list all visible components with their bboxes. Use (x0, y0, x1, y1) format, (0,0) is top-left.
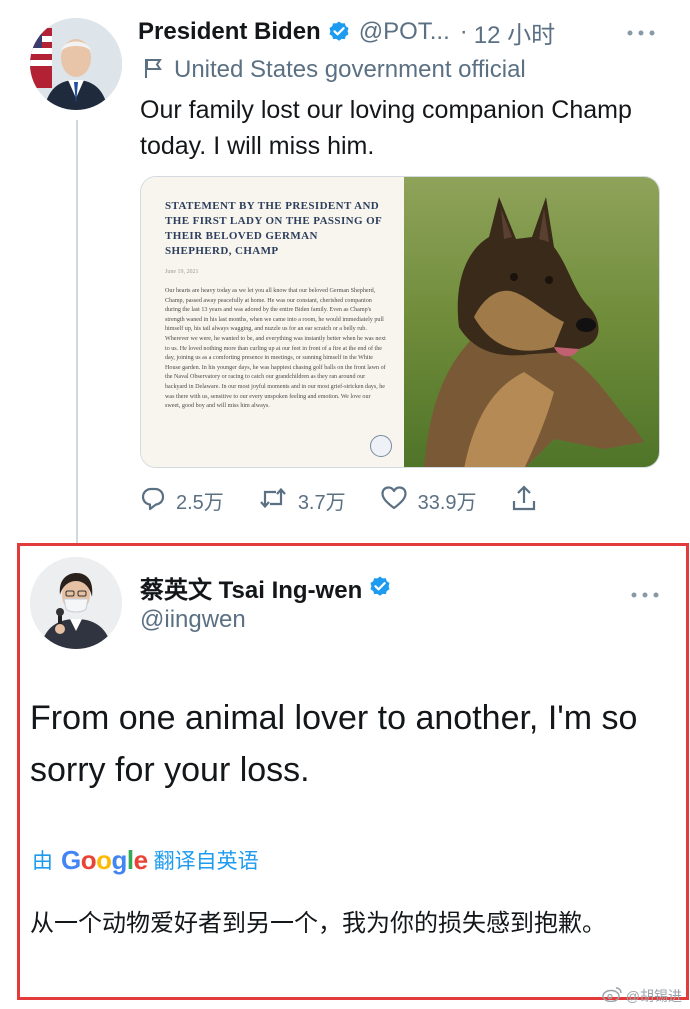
page: President Biden @POT... · 12 小时 United S… (0, 0, 690, 1009)
translated-from-label: 翻译自英语 (153, 850, 259, 873)
statement-image: Statement by the President and the First… (141, 177, 404, 467)
statement-body: Our hearts are heavy today as we let you… (165, 288, 386, 410)
more-icon[interactable] (630, 582, 660, 605)
author-name[interactable]: 蔡英文 Tsai Ing-wen (140, 570, 362, 605)
like-icon (380, 485, 408, 516)
translate-attribution[interactable]: 由 Google 翻译自英语 (32, 842, 259, 878)
avatar-biden[interactable] (30, 18, 122, 110)
tweet1-header: President Biden @POT... · 12 小时 (138, 14, 555, 50)
tweet1-text: Our family lost our loving companion Cha… (140, 96, 632, 160)
tweet2-header: 蔡英文 Tsai Ing-wen (140, 570, 392, 604)
author-handle[interactable]: @iingwen (140, 606, 246, 634)
retweet-button[interactable]: 3.7万 (258, 485, 346, 516)
more-icon[interactable] (626, 20, 656, 43)
avatar-tsai[interactable] (30, 557, 122, 649)
white-house-seal-icon (370, 435, 392, 457)
flag-icon (142, 57, 164, 84)
tweet1-actions: 2.5万 3.7万 33.9万 (140, 482, 580, 518)
author-name[interactable]: President Biden (138, 18, 321, 46)
like-button[interactable]: 33.9万 (380, 485, 477, 516)
dog-photo (404, 177, 659, 467)
thread-line (76, 120, 78, 545)
weibo-icon (602, 986, 622, 1007)
label-text: United States government official (174, 56, 526, 83)
timestamp[interactable]: 12 小时 (474, 15, 555, 50)
statement-date: June 19, 2021 (165, 269, 199, 275)
statement-title: Statement by the President and the First… (165, 200, 382, 257)
reply-icon (140, 485, 166, 516)
watermark-text: @胡锡进 (625, 988, 682, 1004)
tweet2-text: From one animal lover to another, I'm so… (30, 699, 638, 789)
translated-text: 从一个动物爱好者到另一个，我为你的损失感到抱歉。 (30, 910, 606, 937)
share-button[interactable] (511, 484, 537, 517)
watermark: @胡锡进 (602, 985, 682, 1007)
retweet-count: 3.7万 (297, 491, 346, 514)
retweet-icon (258, 485, 288, 516)
like-count: 33.9万 (417, 491, 477, 514)
translate-by-label: 由 (32, 850, 53, 873)
author-handle[interactable]: @POT... (359, 18, 450, 46)
reply-button[interactable]: 2.5万 (140, 485, 224, 516)
separator-dot: · (459, 18, 468, 45)
share-icon (511, 484, 537, 517)
government-label: United States government official (142, 54, 526, 86)
media-card[interactable]: Statement by the President and the First… (140, 176, 660, 468)
verified-badge-icon (327, 20, 351, 44)
google-logo: Google (61, 844, 148, 875)
verified-badge-icon (368, 575, 392, 599)
reply-count: 2.5万 (176, 491, 224, 514)
